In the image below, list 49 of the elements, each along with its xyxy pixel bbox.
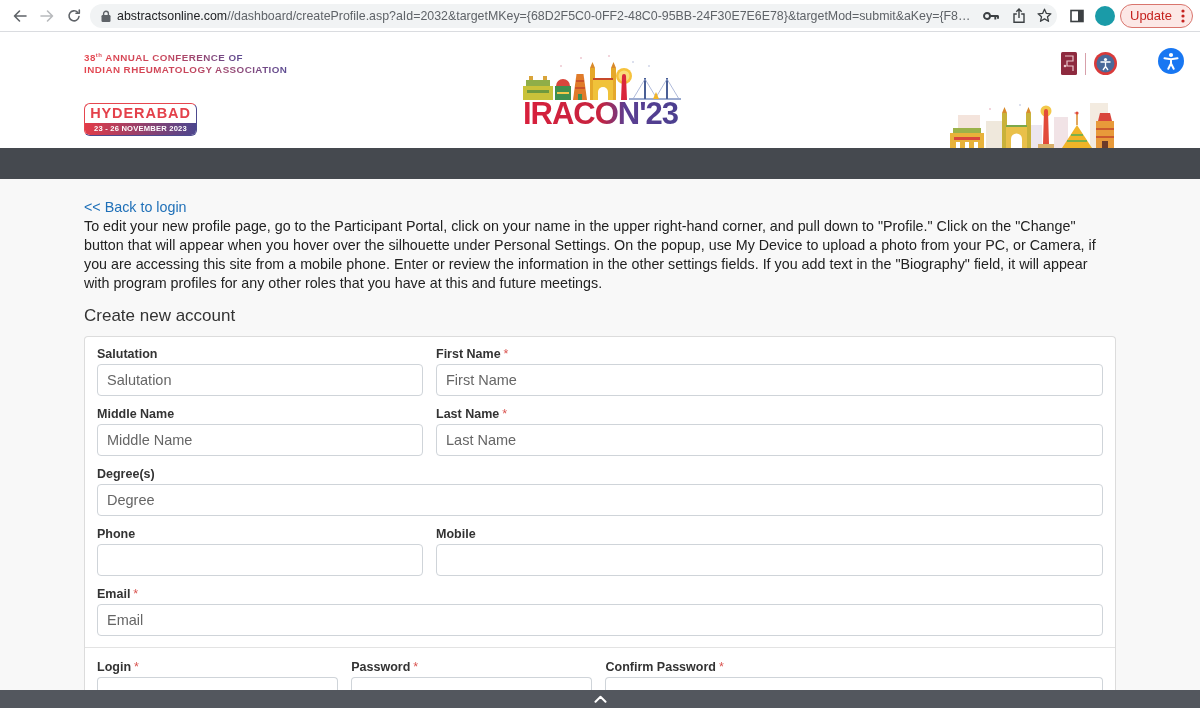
avatar-icon[interactable] — [1095, 5, 1115, 26]
field-label: Phone — [97, 527, 136, 541]
city-name: HYDERABAD — [89, 104, 192, 123]
share-icon[interactable] — [1013, 8, 1025, 23]
form-title: Create new account — [84, 305, 236, 327]
required-mark: * — [134, 660, 139, 674]
input-field[interactable]: Email — [97, 604, 1103, 636]
input-field[interactable] — [436, 544, 1103, 576]
round-emblem-icon — [1094, 52, 1117, 75]
field-label: Salutation — [97, 347, 158, 361]
field-label: Mobile — [436, 527, 476, 541]
key-icon[interactable] — [983, 10, 999, 21]
input-field[interactable] — [605, 677, 1103, 690]
conference-title: 38$^{th}$ ANNUAL CONFERENCE OF — [84, 52, 243, 64]
required-mark: * — [503, 347, 509, 361]
field-label: Confirm Password — [605, 660, 716, 674]
required-mark: * — [133, 587, 139, 601]
field-label: First Name — [436, 347, 501, 361]
update-button[interactable]: Update — [1120, 3, 1193, 28]
accessibility-icon[interactable] — [1158, 48, 1184, 74]
input-field[interactable]: Degree — [97, 484, 1103, 516]
address-bar[interactable]: abstractsonline.com//dashboard/createProfile.asp?aId=2032&targetMKey={68D2F5C0-0FF2-48C0-95BB-24F30E7E6E78}&targetMod=submit&aKey={F8… — [90, 3, 1057, 28]
field-label: Password — [351, 660, 411, 674]
reload-icon[interactable] — [67, 8, 81, 23]
back-arrow-icon[interactable] — [13, 8, 27, 23]
instructions-text: To edit your new profile page, go to the Participant Portal, click on your name in the upper right-hand corner, and pull down to "Profile." Click on the "Change" button that will appear when you hover over the silhouette under Personal Settings. On the popup, use My Device to upload a photo from your PC, or Camera, if you are accessing this site from a mobile phone. Enter or review the information in the other settings fields. If you add text in the "Biography" field, it will appear with program profiles for any other roles that you have at this and future meetings. — [84, 217, 1097, 293]
input-field[interactable] — [351, 677, 593, 690]
caret-up-icon[interactable] — [593, 695, 607, 703]
field-label: Last Name — [436, 407, 500, 421]
required-mark: * — [413, 660, 419, 674]
input-field[interactable]: First Name — [436, 364, 1103, 396]
back-to-login-link[interactable]: << Back to login — [84, 198, 187, 217]
kebab-menu-icon[interactable] — [1180, 8, 1185, 23]
star-icon[interactable] — [1037, 8, 1052, 23]
required-mark: * — [718, 660, 724, 674]
url-text: abstractsonline.com//dashboard/createProfile.asp?aId=2032&targetMKey={68D2F5C0-0FF2-48C0-95BB-24F30E7E6E78}&targetMod=submit&aKey={F8… — [117, 8, 972, 23]
input-field[interactable] — [97, 677, 339, 690]
field-label: Middle Name — [97, 407, 175, 421]
input-field[interactable] — [97, 544, 423, 576]
sidebar-icon[interactable] — [1070, 8, 1084, 23]
lock-icon — [101, 9, 111, 22]
square-emblem-icon — [1061, 52, 1077, 75]
input-field[interactable]: Salutation — [97, 364, 423, 396]
field-label: Email — [97, 587, 131, 601]
input-field[interactable]: Last Name — [436, 424, 1103, 456]
input-field[interactable]: Middle Name — [97, 424, 423, 456]
field-label: Degree(s) — [97, 467, 155, 481]
field-label: Login — [97, 660, 131, 674]
required-mark: * — [502, 407, 508, 421]
